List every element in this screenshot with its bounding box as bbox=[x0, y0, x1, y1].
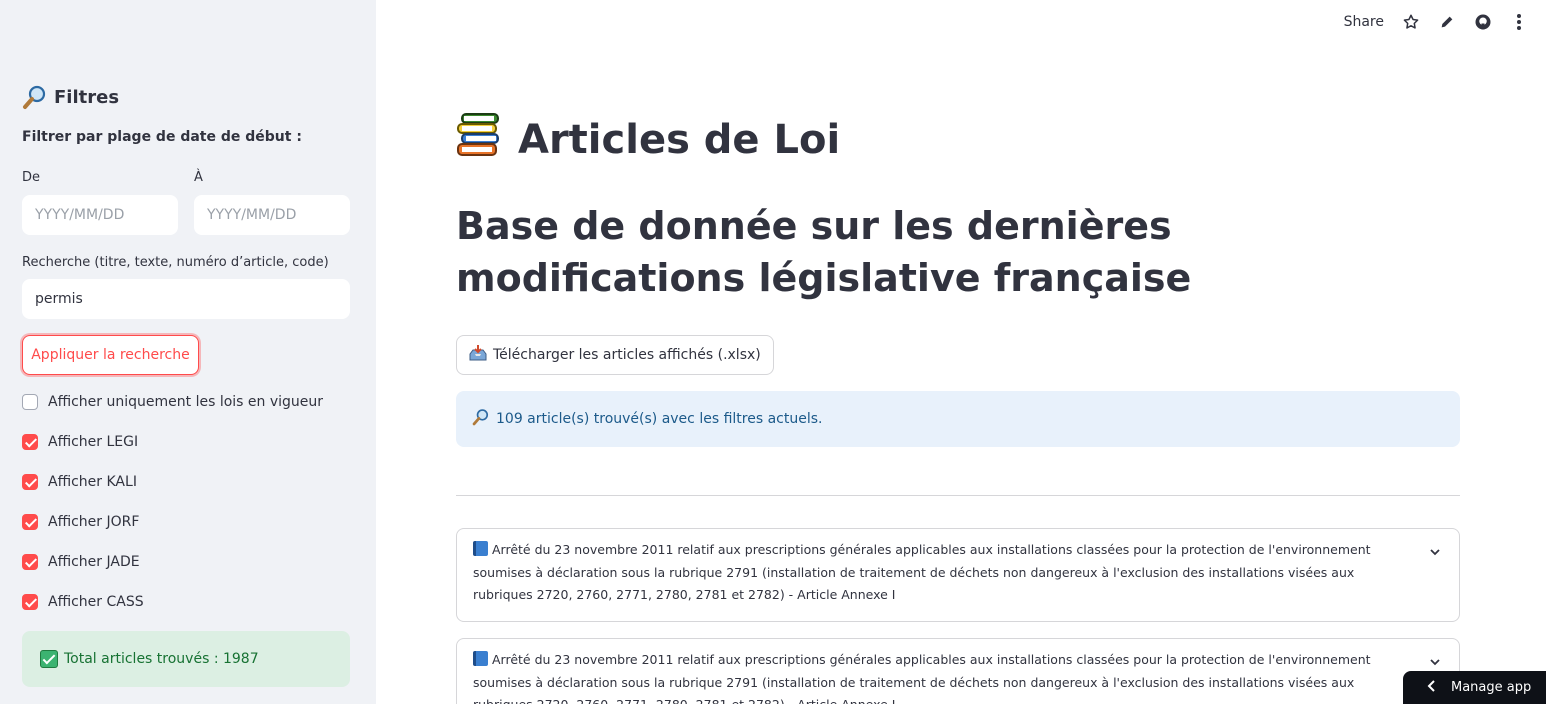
checkbox-label: Afficher KALI bbox=[48, 474, 137, 490]
checkbox-label: Afficher LEGI bbox=[48, 434, 139, 450]
checkbox-box[interactable] bbox=[22, 474, 38, 490]
checkbox-box[interactable] bbox=[22, 514, 38, 530]
checkbox-jorf[interactable]: Afficher JORF bbox=[22, 514, 139, 530]
sidebar: Filtres Filtrer par plage de date de déb… bbox=[0, 0, 376, 704]
blue-book-icon bbox=[473, 541, 488, 556]
magnifier-icon bbox=[472, 408, 490, 430]
download-button-label: Télécharger les articles affichés (.xlsx… bbox=[493, 347, 761, 363]
chevron-down-icon[interactable] bbox=[1429, 543, 1441, 556]
checkbox-jade[interactable]: Afficher JADE bbox=[22, 554, 140, 570]
apply-search-button[interactable]: Appliquer la recherche bbox=[22, 335, 199, 375]
chevron-down-icon[interactable] bbox=[1429, 653, 1441, 666]
info-alert: 109 article(s) trouvé(s) avec les filtre… bbox=[456, 391, 1460, 447]
search-input[interactable] bbox=[22, 279, 350, 319]
page-subtitle: Base de donnée sur les dernières modific… bbox=[456, 204, 1192, 300]
share-button[interactable]: Share bbox=[1344, 14, 1384, 30]
edit-pencil-icon[interactable] bbox=[1438, 13, 1456, 31]
sidebar-title: Filtres bbox=[22, 84, 119, 110]
article-expander[interactable]: Arrêté du 23 novembre 2011 relatif aux p… bbox=[456, 638, 1460, 704]
total-success-alert: Total articles trouvés : 1987 bbox=[22, 631, 350, 687]
article-title: Arrêté du 23 novembre 2011 relatif aux p… bbox=[473, 542, 1371, 602]
star-icon[interactable] bbox=[1402, 13, 1420, 31]
checkbox-kali[interactable]: Afficher KALI bbox=[22, 474, 137, 490]
total-text: Total articles trouvés : 1987 bbox=[64, 651, 259, 667]
chevron-left-icon bbox=[1427, 679, 1437, 696]
from-label: De bbox=[22, 170, 41, 185]
date-filter-label: Filtrer par plage de date de début : bbox=[22, 129, 302, 145]
checkbox-box[interactable] bbox=[22, 554, 38, 570]
github-icon[interactable] bbox=[1474, 13, 1492, 31]
header-toolbar: Share bbox=[1344, 8, 1528, 36]
page-title: Articles de Loi bbox=[456, 112, 840, 168]
checkbox-label: Afficher uniquement les lois en vigueur bbox=[48, 394, 324, 410]
checkbox-legi[interactable]: Afficher LEGI bbox=[22, 434, 138, 450]
manage-app-button[interactable]: Manage app bbox=[1403, 671, 1546, 704]
from-date-input[interactable] bbox=[22, 195, 178, 235]
to-date-input[interactable] bbox=[194, 195, 350, 235]
search-label: Recherche (titre, texte, numéro d’articl… bbox=[22, 255, 329, 270]
blue-book-icon bbox=[473, 651, 488, 666]
checkbox-box[interactable] bbox=[22, 594, 38, 610]
to-label: À bbox=[194, 170, 203, 185]
checkbox-label: Afficher JORF bbox=[48, 514, 140, 530]
info-text: 109 article(s) trouvé(s) avec les filtre… bbox=[496, 411, 823, 427]
magnifier-icon bbox=[22, 84, 48, 110]
checkbox-label: Afficher CASS bbox=[48, 594, 144, 610]
checkbox-cass[interactable]: Afficher CASS bbox=[22, 594, 144, 610]
article-title: Arrêté du 23 novembre 2011 relatif aux p… bbox=[473, 652, 1371, 704]
more-menu-icon[interactable] bbox=[1510, 13, 1528, 31]
checkbox-box[interactable] bbox=[22, 434, 38, 450]
sidebar-title-text: Filtres bbox=[54, 86, 120, 108]
page-title-text: Articles de Loi bbox=[518, 117, 841, 163]
checkbox-label: Afficher JADE bbox=[48, 554, 140, 570]
article-expander[interactable]: Arrêté du 23 novembre 2011 relatif aux p… bbox=[456, 528, 1460, 622]
checkbox-in-force[interactable]: Afficher uniquement les lois en vigueur bbox=[22, 394, 323, 410]
download-xlsx-button[interactable]: Télécharger les articles affichés (.xlsx… bbox=[456, 335, 774, 375]
check-mark-icon bbox=[40, 650, 58, 668]
books-icon bbox=[456, 112, 504, 168]
checkbox-box[interactable] bbox=[22, 394, 38, 410]
divider bbox=[456, 495, 1460, 496]
inbox-tray-icon bbox=[469, 345, 487, 365]
manage-app-label: Manage app bbox=[1451, 680, 1532, 695]
